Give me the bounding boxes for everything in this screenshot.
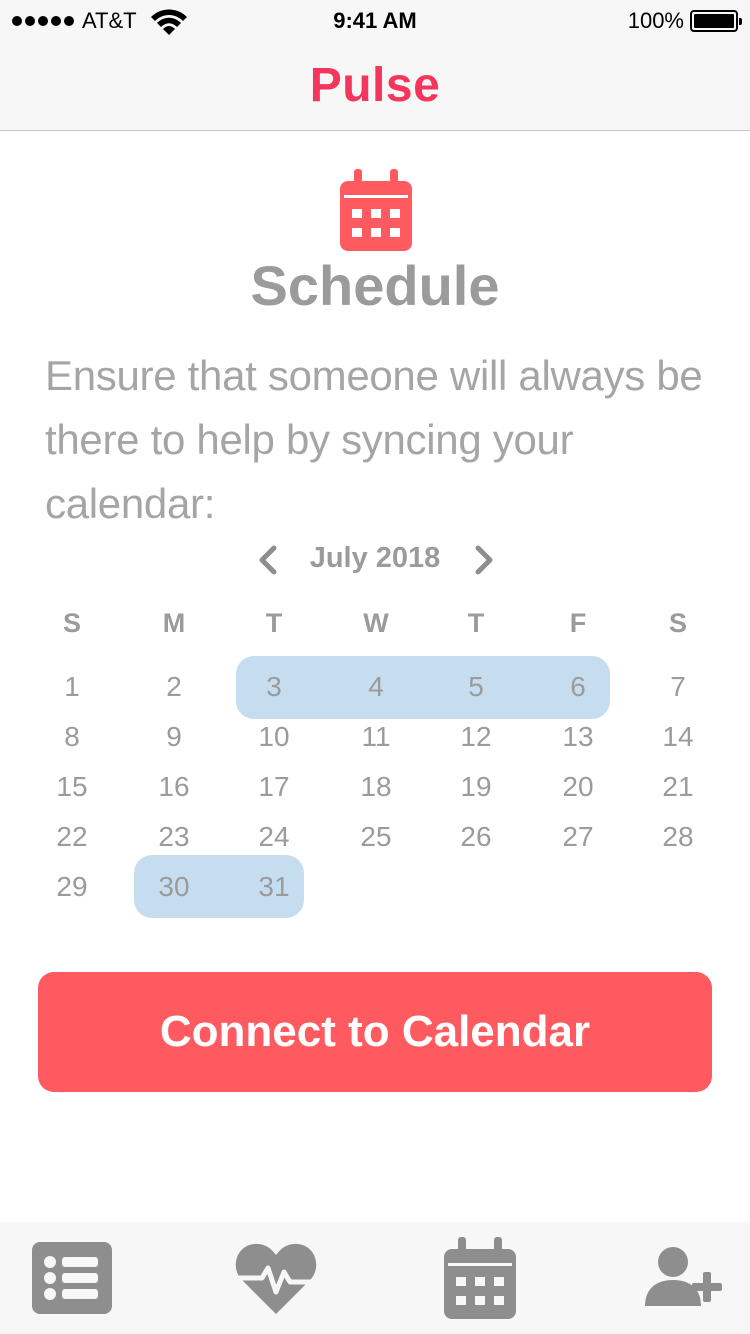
calendar-day[interactable]: 1 [32, 662, 112, 712]
calendar-day[interactable]: 20 [538, 762, 618, 812]
calendar-day[interactable]: 30 [134, 862, 214, 912]
calendar-day[interactable]: 6 [538, 662, 618, 712]
calendar-month-label: July 2018 [309, 542, 441, 574]
calendar-day[interactable]: 13 [538, 712, 618, 762]
calendar-icon [340, 169, 412, 251]
page-title: Schedule [250, 254, 500, 317]
calendar-day[interactable]: 17 [234, 762, 314, 812]
calendar-day[interactable]: 15 [32, 762, 112, 812]
calendar-icon [444, 1237, 516, 1319]
calendar-day[interactable]: 19 [436, 762, 516, 812]
list-icon [32, 1242, 112, 1314]
calendar-day[interactable]: 8 [32, 712, 112, 762]
tab-add-user[interactable] [638, 1236, 728, 1320]
calendar-day[interactable]: 28 [638, 812, 718, 862]
tab-pulse[interactable] [231, 1236, 321, 1320]
weekday-label: W [363, 608, 389, 638]
heart-pulse-icon [235, 1243, 317, 1314]
weekday-label: S [668, 608, 687, 638]
calendar-day[interactable]: 5 [436, 662, 516, 712]
calendar-day[interactable]: 2 [134, 662, 214, 712]
calendar-day[interactable]: 24 [234, 812, 314, 862]
calendar-day[interactable]: 29 [32, 862, 112, 912]
calendar-day[interactable]: 23 [134, 812, 214, 862]
calendar-grid: 1 2 3 4 5 6 7 8 9 10 11 12 13 14 15 16 1… [0, 662, 750, 922]
calendar-day[interactable]: 7 [638, 662, 718, 712]
tab-schedule[interactable] [435, 1236, 525, 1320]
battery-percent: 100% [627, 8, 684, 33]
calendar-day[interactable]: 18 [336, 762, 416, 812]
navigation-bar: Pulse [0, 40, 750, 131]
weekday-label: T [265, 608, 283, 638]
connect-calendar-button[interactable]: Connect to Calendar [38, 972, 712, 1092]
status-right: 100% [627, 8, 742, 34]
calendar-day[interactable]: 11 [336, 712, 416, 762]
status-bar: AT&T 9:41 AM 100% [0, 0, 750, 40]
weekday-label: F [569, 608, 587, 638]
calendar-day[interactable]: 9 [134, 712, 214, 762]
calendar-day[interactable]: 10 [234, 712, 314, 762]
calendar-day[interactable]: 21 [638, 762, 718, 812]
calendar-day[interactable]: 16 [134, 762, 214, 812]
weekday-label: M [162, 608, 186, 638]
calendar-day[interactable]: 14 [638, 712, 718, 762]
add-user-icon [645, 1247, 722, 1306]
battery-icon [690, 10, 742, 32]
calendar-day[interactable]: 4 [336, 662, 416, 712]
chevron-right-icon[interactable] [468, 542, 500, 578]
calendar-weekdays: S M T W T F S [0, 608, 750, 648]
weekday-label: T [467, 608, 485, 638]
weekday-label: S [62, 608, 81, 638]
tab-list[interactable] [27, 1236, 117, 1320]
calendar-day[interactable]: 27 [538, 812, 618, 862]
tab-bar [0, 1222, 750, 1334]
calendar-day[interactable]: 12 [436, 712, 516, 762]
calendar-day[interactable]: 26 [436, 812, 516, 862]
calendar-day[interactable]: 3 [234, 662, 314, 712]
page-description: Ensure that someone will always be there… [45, 352, 703, 527]
calendar-day[interactable]: 25 [336, 812, 416, 862]
calendar-header: July 2018 [0, 538, 750, 582]
calendar-day[interactable]: 31 [234, 862, 314, 912]
app-title: Pulse [309, 59, 441, 112]
calendar-day[interactable]: 22 [32, 812, 112, 862]
